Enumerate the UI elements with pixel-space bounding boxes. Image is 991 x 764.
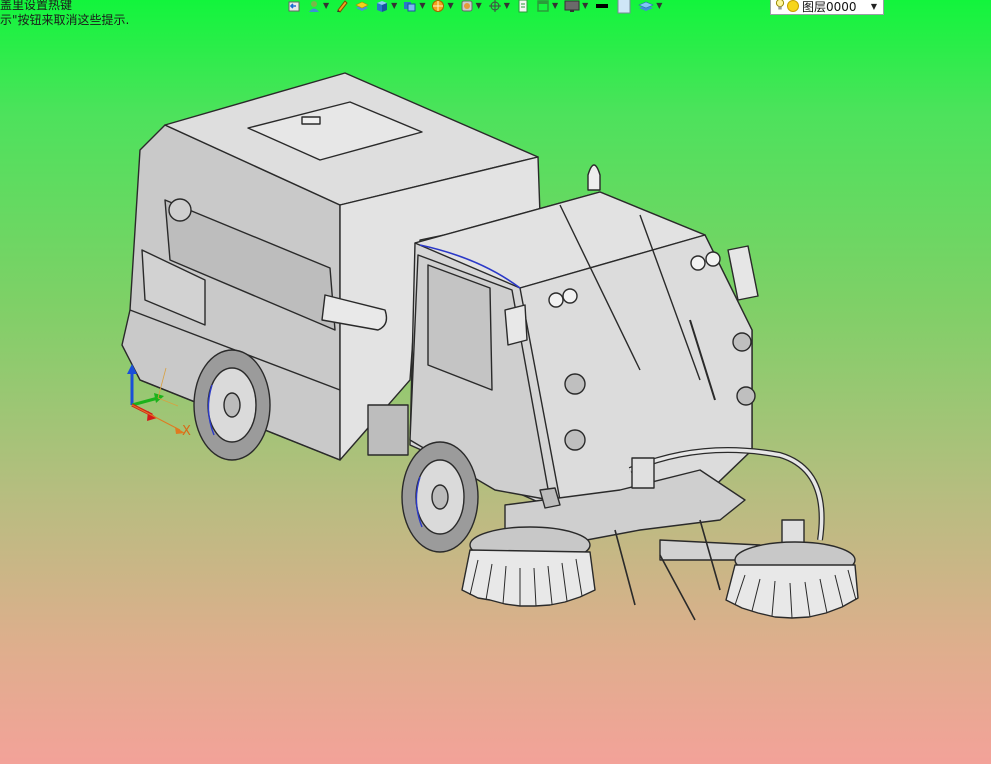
graphics-viewport[interactable]: 盖里设置热键 示"按钮来取消这些提示. ▼ ▼ ▼ ▼ ▼ ▼ ▼ ▼ ▼ 图层… — [0, 0, 991, 764]
headlight — [690, 255, 706, 271]
side-hatch-round — [168, 198, 192, 222]
hatch-handle — [301, 116, 321, 125]
headlight — [548, 292, 564, 308]
front-wheel-hub — [431, 484, 449, 510]
indicator-light — [736, 386, 756, 406]
indicator-light — [564, 373, 586, 395]
triad-x-axis-label: X — [182, 424, 191, 439]
center-brush-fork — [614, 519, 721, 621]
headlight — [705, 251, 721, 267]
indicator-light — [564, 429, 586, 451]
headlight — [562, 288, 578, 304]
brush-motor — [631, 457, 655, 489]
indicator-light — [732, 332, 752, 352]
left-brush-bristles — [461, 549, 596, 607]
beacon-light — [587, 164, 601, 191]
door-handle — [504, 304, 528, 346]
rear-wheel-hub — [223, 392, 241, 418]
rear-step — [367, 404, 409, 456]
